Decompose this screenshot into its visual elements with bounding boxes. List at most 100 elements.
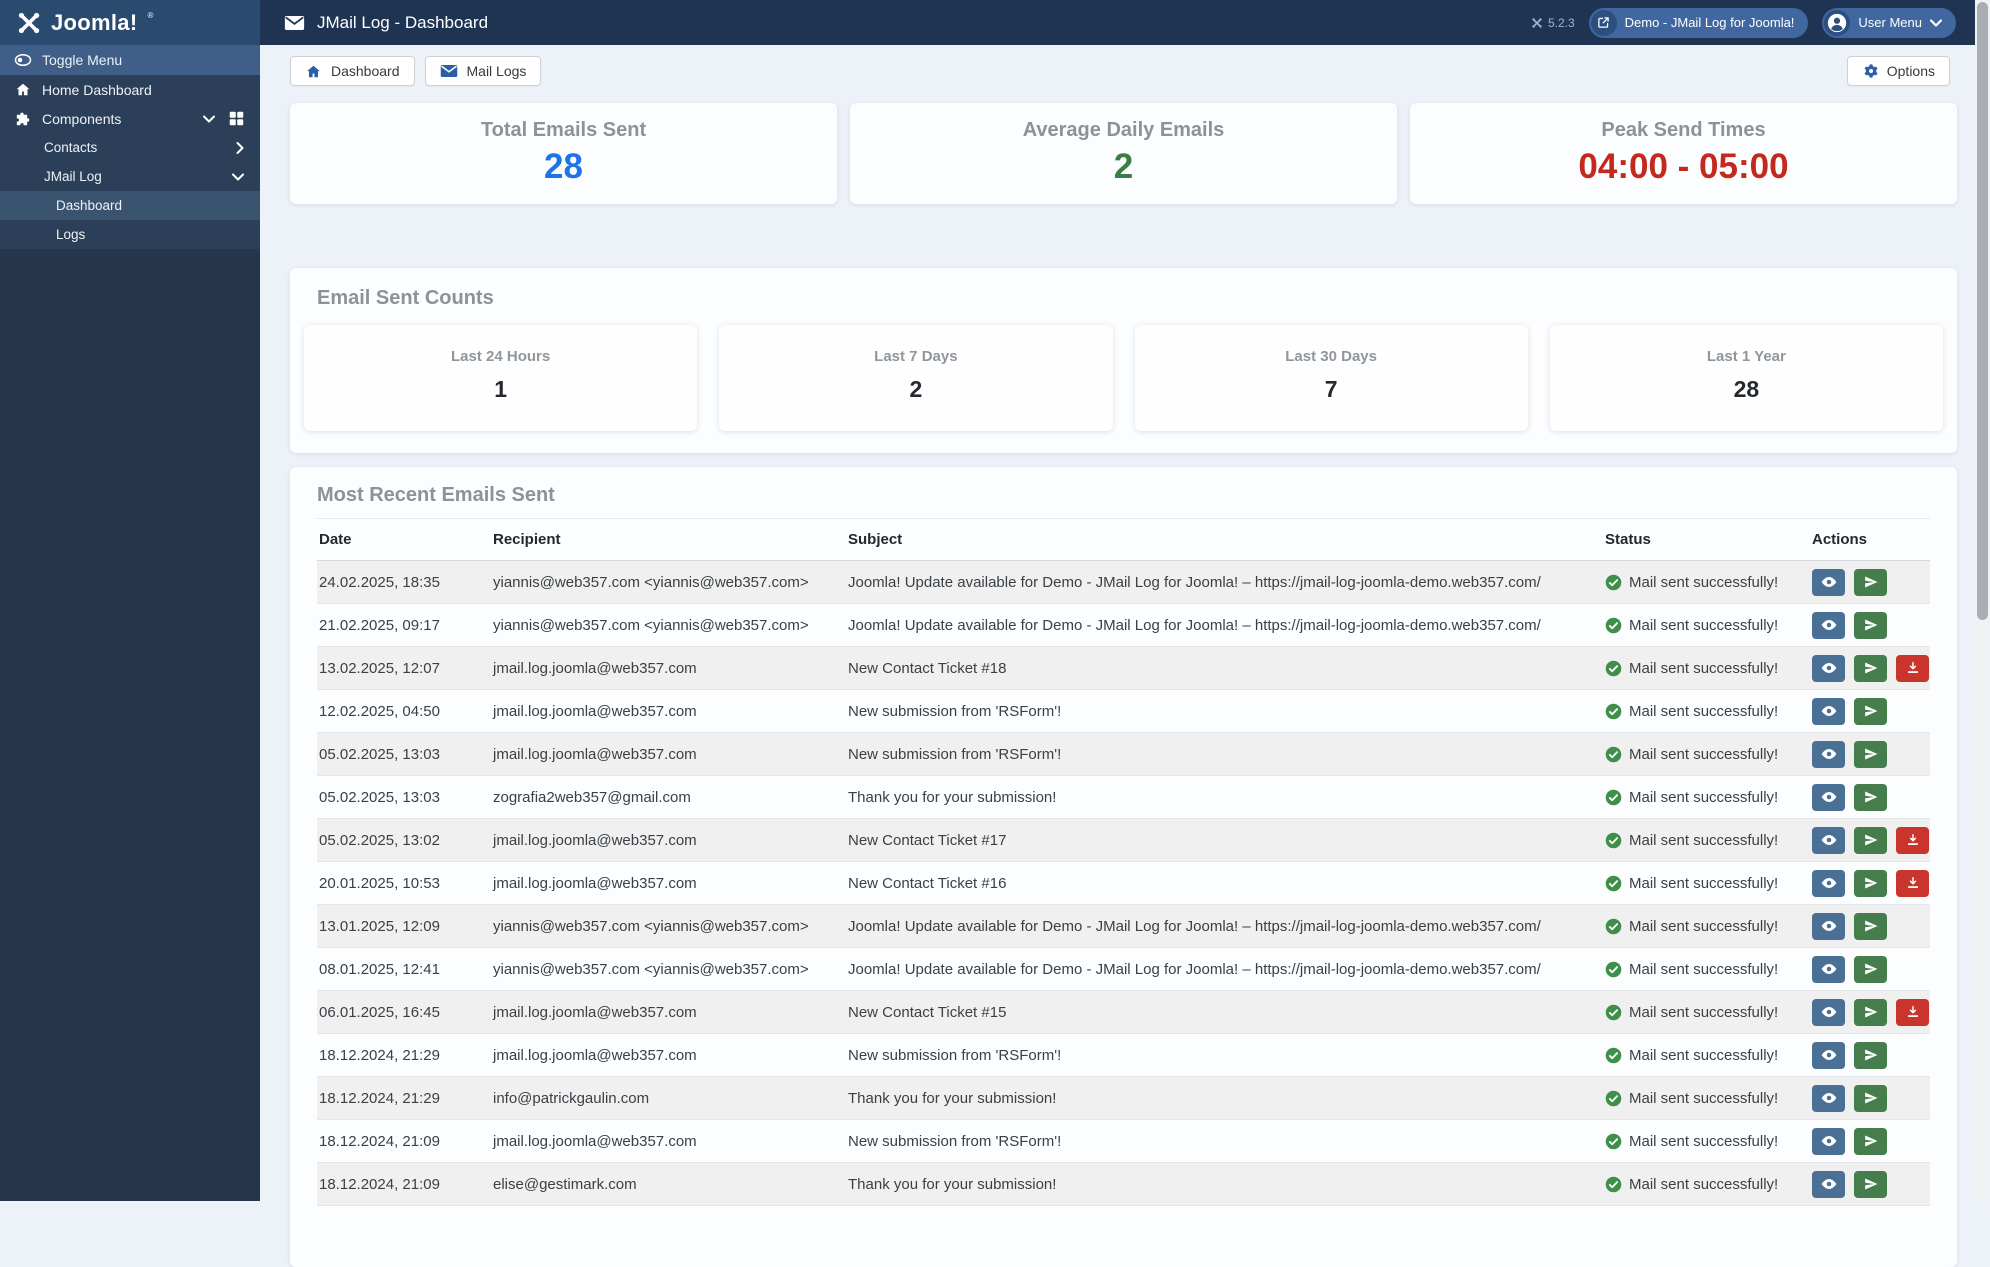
mail-logs-tab-button[interactable]: Mail Logs <box>424 56 542 86</box>
table-row: 18.12.2024, 21:09 elise@gestimark.com Th… <box>317 1162 1930 1206</box>
sidebar-item-toggle-menu[interactable]: Toggle Menu <box>0 45 260 75</box>
user-menu-button[interactable]: User Menu <box>1822 7 1956 38</box>
section-heading: Email Sent Counts <box>317 287 494 309</box>
sidebar-item-contacts[interactable]: Contacts <box>0 133 260 162</box>
count-card-last-24-hours: Last 24 Hours 1 <box>304 325 698 431</box>
view-button[interactable] <box>1812 912 1845 940</box>
table-row: 08.01.2025, 12:41 yiannis@web357.com <yi… <box>317 947 1930 991</box>
view-button[interactable] <box>1812 1084 1845 1112</box>
home-icon <box>14 82 32 97</box>
sidebar-item-label: Logs <box>56 227 86 242</box>
view-button[interactable] <box>1812 1041 1845 1069</box>
view-button[interactable] <box>1812 568 1845 596</box>
cell-actions <box>1810 1162 1930 1206</box>
recent-table-body: 24.02.2025, 18:35 yiannis@web357.com <yi… <box>317 560 1930 1206</box>
cell-date: 18.12.2024, 21:29 <box>317 1076 491 1120</box>
registered-mark: ® <box>147 11 154 20</box>
view-button[interactable] <box>1812 611 1845 639</box>
envelope-icon <box>440 64 458 78</box>
status-text: Mail sent successfully! <box>1629 573 1779 591</box>
column-header-date: Date <box>317 518 491 561</box>
resend-button[interactable] <box>1854 998 1888 1026</box>
sidebar-item-components[interactable]: Components <box>0 104 260 133</box>
table-row: 20.01.2025, 10:53 jmail.log.joomla@web35… <box>317 861 1930 905</box>
cell-subject: Joomla! Update available for Demo - JMai… <box>846 603 1603 647</box>
sidebar-item-label: Dashboard <box>56 198 123 213</box>
cell-subject: New Contact Ticket #18 <box>846 646 1603 690</box>
toolbar: Dashboard Mail Logs Options <box>290 56 1950 86</box>
view-button[interactable] <box>1812 955 1845 983</box>
cell-actions <box>1810 861 1930 905</box>
resend-button[interactable] <box>1854 611 1888 639</box>
view-button[interactable] <box>1812 697 1845 725</box>
sidebar-item-home-dashboard[interactable]: Home Dashboard <box>0 75 260 104</box>
resend-button[interactable] <box>1854 826 1888 854</box>
cell-recipient: yiannis@web357.com <yiannis@web357.com> <box>491 904 846 948</box>
cell-date: 18.12.2024, 21:09 <box>317 1119 491 1163</box>
cell-status: Mail sent successfully! <box>1603 1162 1810 1206</box>
page-title: JMail Log - Dashboard <box>317 12 489 32</box>
download-button[interactable] <box>1896 826 1930 854</box>
cell-recipient: jmail.log.joomla@web357.com <box>491 689 846 733</box>
scrollbar-thumb[interactable] <box>1977 2 1988 620</box>
resend-button[interactable] <box>1854 912 1888 940</box>
status-text: Mail sent successfully! <box>1629 788 1779 806</box>
resend-button[interactable] <box>1854 1127 1888 1155</box>
options-button[interactable]: Options <box>1846 56 1950 86</box>
resend-button[interactable] <box>1854 955 1888 983</box>
vertical-scrollbar[interactable] <box>1975 0 1990 1201</box>
status-text: Mail sent successfully! <box>1629 1089 1779 1107</box>
dashboard-tab-button[interactable]: Dashboard <box>290 56 415 86</box>
resend-button[interactable] <box>1854 1170 1888 1198</box>
cell-recipient: jmail.log.joomla@web357.com <box>491 990 846 1034</box>
sidebar-item-jmail-log[interactable]: JMail Log <box>0 162 260 191</box>
sidebar-item-dashboard[interactable]: Dashboard <box>0 191 260 220</box>
check-circle-icon <box>1605 617 1622 634</box>
check-circle-icon <box>1605 574 1622 591</box>
user-circle-icon <box>1824 9 1851 36</box>
cell-status: Mail sent successfully! <box>1603 1076 1810 1120</box>
resend-button[interactable] <box>1854 568 1888 596</box>
download-button[interactable] <box>1896 869 1930 897</box>
table-row: 13.01.2025, 12:09 yiannis@web357.com <yi… <box>317 904 1930 948</box>
view-button[interactable] <box>1812 1127 1845 1155</box>
stat-label: Total Emails Sent <box>480 119 647 141</box>
cell-subject: New submission from 'RSForm'! <box>846 732 1603 776</box>
download-button[interactable] <box>1896 654 1930 682</box>
resend-button[interactable] <box>1854 783 1888 811</box>
stat-value: 28 <box>544 147 583 186</box>
resend-button[interactable] <box>1854 697 1888 725</box>
status-text: Mail sent successfully! <box>1629 917 1779 935</box>
chevron-down-icon <box>203 115 215 123</box>
resend-button[interactable] <box>1854 1041 1888 1069</box>
resend-button[interactable] <box>1854 740 1888 768</box>
view-button[interactable] <box>1812 826 1845 854</box>
view-button[interactable] <box>1812 740 1845 768</box>
joomla-version-icon <box>1532 17 1542 28</box>
cell-recipient: jmail.log.joomla@web357.com <box>491 732 846 776</box>
chevron-down-icon <box>1930 18 1942 27</box>
resend-button[interactable] <box>1854 654 1888 682</box>
cell-date: 05.02.2025, 13:03 <box>317 732 491 776</box>
cell-status: Mail sent successfully! <box>1603 646 1810 690</box>
download-button[interactable] <box>1896 998 1930 1026</box>
view-button[interactable] <box>1812 998 1845 1026</box>
demo-site-button[interactable]: Demo - JMail Log for Joomla! <box>1588 7 1809 38</box>
sidebar-item-logs[interactable]: Logs <box>0 220 260 249</box>
view-button[interactable] <box>1812 869 1845 897</box>
view-button[interactable] <box>1812 1170 1845 1198</box>
view-button[interactable] <box>1812 654 1845 682</box>
cell-recipient: yiannis@web357.com <yiannis@web357.com> <box>491 603 846 647</box>
view-button[interactable] <box>1812 783 1845 811</box>
cell-date: 18.12.2024, 21:09 <box>317 1162 491 1206</box>
chevron-down-icon <box>232 173 244 181</box>
cell-date: 21.02.2025, 09:17 <box>317 603 491 647</box>
column-header-actions: Actions <box>1810 518 1930 561</box>
resend-button[interactable] <box>1854 1084 1888 1112</box>
count-card-last-7-days: Last 7 Days 2 <box>719 325 1113 431</box>
cell-subject: Thank you for your submission! <box>846 775 1603 819</box>
cell-actions <box>1810 732 1930 776</box>
cell-date: 24.02.2025, 18:35 <box>317 560 491 604</box>
resend-button[interactable] <box>1854 869 1888 897</box>
grid-icon[interactable] <box>229 111 244 126</box>
